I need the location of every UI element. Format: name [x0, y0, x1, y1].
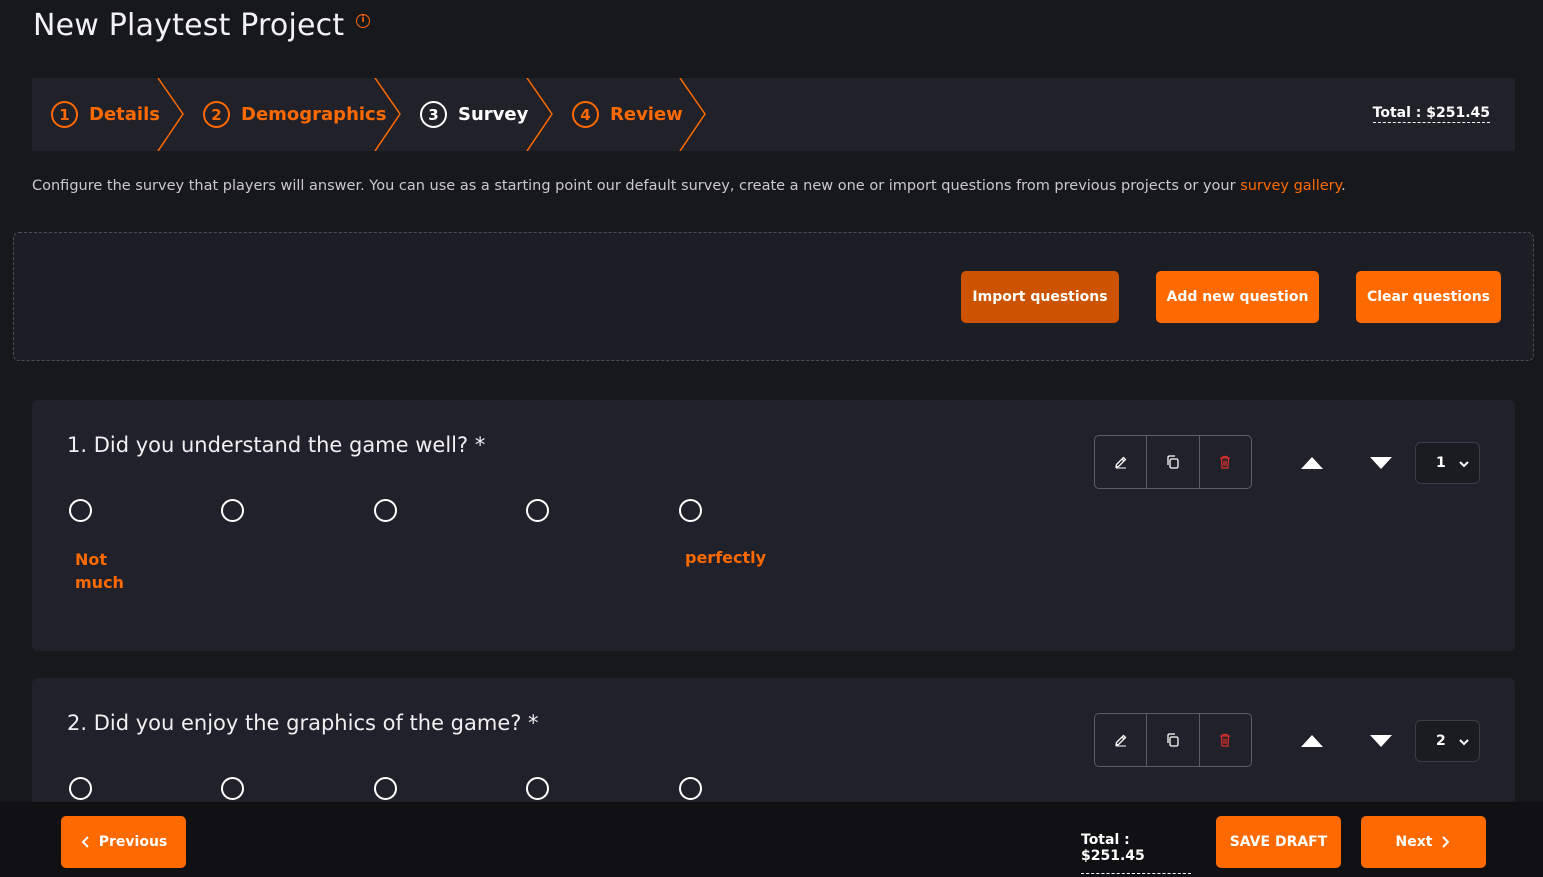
scale-low-label: Not much [75, 550, 124, 592]
add-question-button[interactable]: Add new question [1156, 271, 1319, 323]
copy-icon [1167, 733, 1179, 747]
step-review[interactable]: 4 Review [572, 78, 683, 151]
duplicate-button[interactable] [1146, 714, 1198, 766]
step-demographics[interactable]: 2 Demographics [203, 78, 386, 151]
intro-text: Configure the survey that players will a… [32, 178, 1241, 194]
survey-gallery-link[interactable]: survey gallery [1240, 178, 1341, 194]
previous-button[interactable]: Previous [61, 816, 186, 868]
total-price-bottom[interactable]: Total : $251.45 [1081, 832, 1191, 874]
scale-option-4[interactable] [526, 777, 549, 800]
delete-button[interactable] [1198, 714, 1251, 766]
order-value: 2 [1436, 733, 1446, 749]
scale-option-5[interactable] [679, 499, 702, 522]
trash-icon [1220, 455, 1231, 469]
edit-button[interactable] [1095, 436, 1146, 488]
question-title: 2. Did you enjoy the graphics of the gam… [67, 711, 539, 735]
step-number: 4 [572, 101, 599, 128]
step-number: 3 [420, 101, 447, 128]
question-actions [1094, 713, 1252, 767]
step-label: Details [89, 104, 160, 125]
step-chevron-icon [525, 78, 555, 151]
chevron-down-icon [1459, 461, 1469, 468]
edit-icon [1114, 734, 1127, 747]
step-details[interactable]: 1 Details [51, 78, 160, 151]
step-number: 1 [51, 101, 78, 128]
scale-option-1[interactable] [69, 777, 92, 800]
footer-bar: Previous Total : $251.45 SAVE DRAFT Next [0, 802, 1543, 877]
trash-icon [1220, 733, 1231, 747]
scale-option-1[interactable] [69, 499, 92, 522]
page-title: New Playtest Project [33, 8, 345, 43]
total-price-top[interactable]: Total : $251.45 [1372, 105, 1490, 123]
copy-icon [1167, 455, 1179, 469]
move-up-icon[interactable] [1300, 456, 1324, 470]
duplicate-button[interactable] [1146, 436, 1198, 488]
scale-option-2[interactable] [221, 499, 244, 522]
move-down-icon[interactable] [1369, 734, 1393, 748]
chevron-down-icon [1459, 739, 1469, 746]
playtest-wizard: New Playtest Project i 1 Details 2 Demog… [0, 0, 1543, 877]
intro-suffix: . [1341, 178, 1346, 194]
save-draft-button[interactable]: SAVE DRAFT [1216, 816, 1341, 868]
chevron-left-icon [81, 836, 89, 848]
step-chevron-icon [373, 78, 403, 151]
order-value: 1 [1436, 455, 1446, 471]
question-title: 1. Did you understand the game well? * [67, 433, 486, 457]
step-label: Review [610, 104, 683, 125]
step-number: 2 [203, 101, 230, 128]
scale-option-4[interactable] [526, 499, 549, 522]
next-button[interactable]: Next [1361, 816, 1486, 868]
step-chevron-icon [678, 78, 708, 151]
question-order-select[interactable]: 2 [1415, 720, 1480, 762]
question-actions [1094, 435, 1252, 489]
previous-label: Previous [98, 834, 168, 850]
step-chevron-icon [156, 78, 186, 151]
scale-option-3[interactable] [374, 499, 397, 522]
step-label: Demographics [241, 104, 387, 125]
delete-button[interactable] [1198, 436, 1251, 488]
question-toolbar: Import questions Add new question Clear … [13, 232, 1534, 361]
survey-intro-text: Configure the survey that players will a… [32, 178, 1512, 194]
move-down-icon[interactable] [1369, 456, 1393, 470]
move-up-icon[interactable] [1300, 734, 1324, 748]
question-order-select[interactable]: 1 [1415, 442, 1480, 484]
wizard-stepper: 1 Details 2 Demographics 3 Survey 4 Revi… [32, 78, 1515, 151]
import-questions-button[interactable]: Import questions [961, 271, 1119, 323]
clear-questions-button[interactable]: Clear questions [1356, 271, 1501, 323]
edit-icon [1114, 456, 1127, 469]
scale-option-5[interactable] [679, 777, 702, 800]
step-survey[interactable]: 3 Survey [420, 78, 528, 151]
next-label: Next [1395, 834, 1433, 850]
scale-option-2[interactable] [221, 777, 244, 800]
info-icon[interactable]: i [356, 14, 370, 28]
scale-option-3[interactable] [374, 777, 397, 800]
chevron-right-icon [1442, 836, 1450, 848]
scale-high-label: perfectly [685, 548, 767, 567]
edit-button[interactable] [1095, 714, 1146, 766]
question-card: 1. Did you understand the game well? * N… [32, 400, 1515, 651]
step-label: Survey [458, 104, 529, 125]
